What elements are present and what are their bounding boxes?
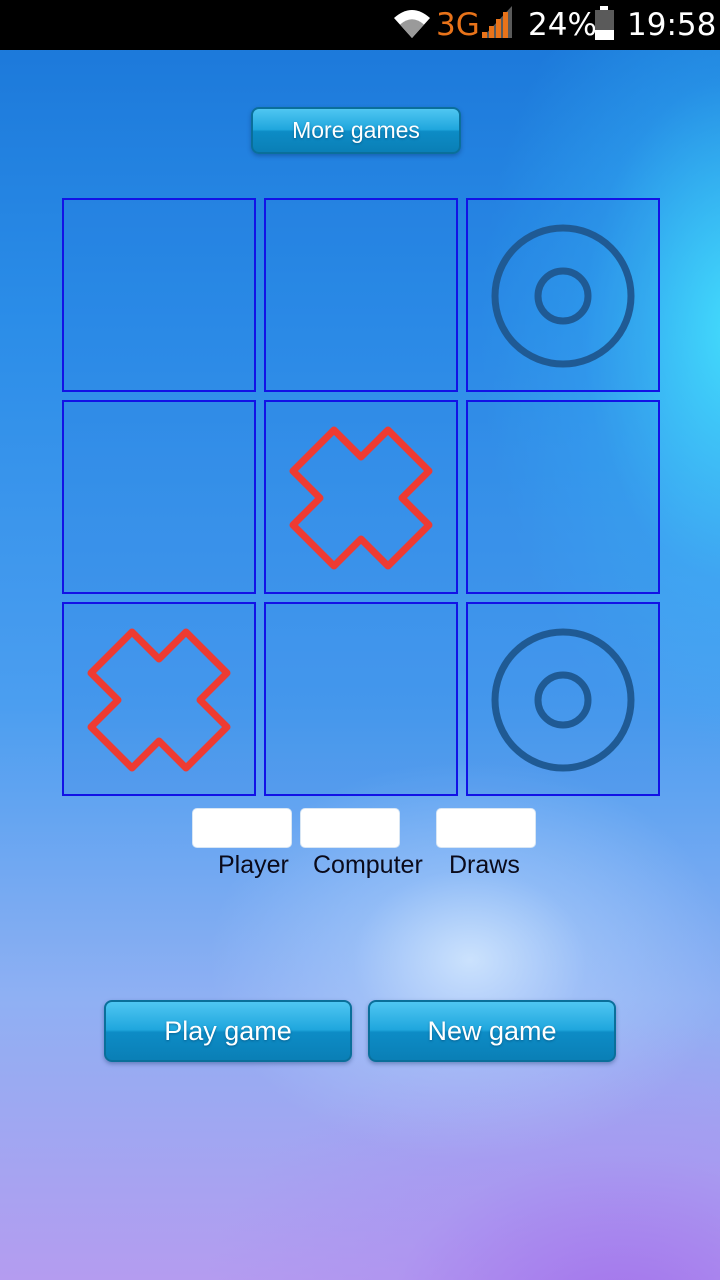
o-mark-icon — [491, 224, 635, 368]
computer-score-box — [300, 808, 400, 848]
battery-percent: 24% — [528, 7, 597, 43]
battery-icon — [592, 0, 618, 55]
more-games-button[interactable]: More games — [251, 107, 461, 154]
computer-label: Computer — [313, 851, 423, 879]
new-game-button[interactable]: New game — [368, 1000, 616, 1062]
network-type: 3G — [436, 7, 480, 43]
board-cell-1-1[interactable] — [264, 400, 458, 594]
x-mark-icon — [289, 426, 433, 570]
signal-icon — [480, 0, 514, 55]
wifi-icon — [390, 0, 434, 55]
board-cell-1-2[interactable] — [466, 400, 660, 594]
clock: 19:58 — [627, 7, 717, 43]
board-cell-0-0[interactable] — [62, 198, 256, 392]
player-score-box — [192, 808, 292, 848]
board-cell-1-0[interactable] — [62, 400, 256, 594]
board-cell-2-0[interactable] — [62, 602, 256, 796]
board-cell-2-1[interactable] — [264, 602, 458, 796]
draws-label: Draws — [449, 851, 520, 879]
board-cell-2-2[interactable] — [466, 602, 660, 796]
draws-score-box — [436, 808, 536, 848]
status-bar: 3G 24% 19:58 — [0, 0, 720, 50]
play-game-button[interactable]: Play game — [104, 1000, 352, 1062]
board-cell-0-1[interactable] — [264, 198, 458, 392]
o-mark-icon — [491, 628, 635, 772]
x-mark-icon — [87, 628, 231, 772]
board-cell-0-2[interactable] — [466, 198, 660, 392]
player-label: Player — [218, 851, 289, 879]
